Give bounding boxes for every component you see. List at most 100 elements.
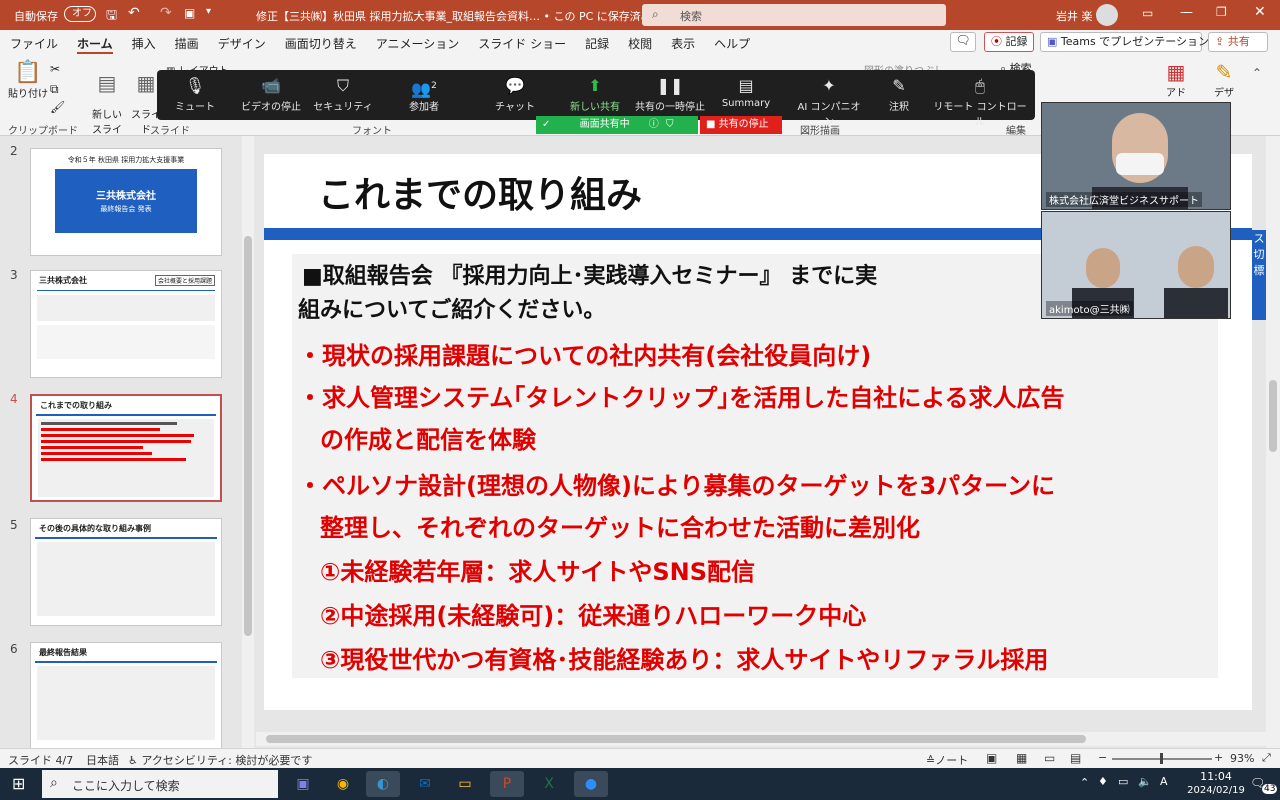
ribbon-scroll-icon[interactable]: ⌃ (1252, 66, 1262, 80)
clock-time[interactable]: 11:04 (1186, 770, 1246, 783)
normal-view-icon[interactable]: ▣ (986, 751, 997, 765)
autosave-toggle[interactable]: オフ (64, 6, 96, 22)
clock-date[interactable]: 2024/02/19 (1180, 785, 1252, 796)
new-share-button[interactable]: ⬆ 新しい共有 (565, 74, 625, 118)
accessibility-status[interactable]: ♿ アクセシビリティ: 検討が必要です (128, 752, 312, 768)
close-icon[interactable]: ✕ (1254, 4, 1266, 20)
share-button[interactable]: ⇪ 共有 (1208, 32, 1268, 52)
slideshow-view-icon[interactable]: ▤ (1070, 751, 1081, 765)
zoom-in-icon[interactable]: + (1214, 751, 1223, 764)
slide-title: これまでの取り組み (318, 175, 643, 216)
record-button[interactable]: ⦿ 記録 (984, 32, 1034, 52)
arrow-icon: ✓ (542, 119, 551, 130)
search-box[interactable]: ⌕ 検索 (642, 4, 946, 26)
minimize-icon[interactable]: — (1180, 5, 1193, 20)
participants-button[interactable]: 👥2 参加者 (401, 74, 447, 118)
sorter-view-icon[interactable]: ▦ (1016, 751, 1027, 765)
fit-slide-icon[interactable]: ⤢ (1262, 751, 1271, 765)
thumbnail-slide-2[interactable]: 令和５年 秋田県 採用力拡大支援事業 三共株式会社 最終報告会 発表 (30, 148, 222, 256)
file-explorer-icon[interactable]: ▭ (448, 771, 482, 797)
ribbon-tab[interactable]: デザイン (218, 35, 266, 54)
undo-icon[interactable]: ↶ (128, 5, 140, 21)
pause-share-button[interactable]: ❚❚ 共有の一時停止 (635, 74, 705, 118)
teams-present-button[interactable]: ▣ Teams でプレゼンテーション (1040, 32, 1209, 52)
chrome-icon[interactable]: ◉ (326, 771, 360, 797)
thumbnail-slide-6[interactable]: 最終報告結果 (30, 642, 222, 750)
windows-start-icon[interactable]: ⊞ (12, 774, 25, 793)
language-status[interactable]: 日本語 (86, 752, 119, 768)
ribbon-tab[interactable]: アニメーション (376, 35, 460, 54)
summary-button[interactable]: ▤ Summary (719, 74, 773, 118)
ribbon-display-icon[interactable]: ▭ (1142, 6, 1153, 20)
reading-view-icon[interactable]: ▭ (1044, 751, 1055, 765)
thumbnail-slide-4[interactable]: これまでの取り組み (30, 394, 222, 502)
security-button[interactable]: ⛉ セキュリティ (313, 74, 373, 118)
thumbnail-slide-5[interactable]: その後の具体的な取り組み事例 (30, 518, 222, 626)
video-tile-1[interactable]: 株式会社広済堂ビジネスサポート (1041, 102, 1231, 210)
outlook-icon[interactable]: ✉ (408, 771, 442, 797)
new-share-label: 新しい共有 (570, 102, 620, 113)
restore-icon[interactable]: ❐ (1216, 5, 1227, 19)
teams-icon: ▣ (1047, 35, 1058, 48)
teams-app-icon[interactable]: ▣ (286, 771, 320, 797)
format-painter-icon[interactable]: 🖌 (50, 100, 65, 114)
save-icon[interactable]: 🖫 (106, 6, 117, 28)
volume-icon[interactable]: 🔈 (1138, 775, 1152, 788)
excel-icon[interactable]: X (532, 771, 566, 797)
paste-button[interactable]: 📋 貼り付け (8, 60, 48, 100)
editor-horizontal-scrollbar[interactable] (256, 732, 1266, 746)
customize-icon[interactable]: ▾ (206, 6, 211, 17)
zoom-slider-thumb[interactable] (1160, 753, 1163, 764)
video-tile-2[interactable]: akimoto@三共㈱ (1041, 211, 1231, 319)
editor-scroll-thumb[interactable] (1269, 380, 1277, 452)
chat-button[interactable]: 💬 チャット (493, 74, 537, 118)
thumbnail-slide-3[interactable]: 三共株式会社 会社概要と採用課題 (30, 270, 222, 378)
cut-icon[interactable]: ✂ (50, 62, 60, 76)
addin-button[interactable]: ▦ アド (1162, 60, 1190, 99)
ribbon-tab[interactable]: 挿入 (132, 35, 156, 54)
ribbon-tab[interactable]: ヘルプ (714, 35, 750, 54)
zoom-app-icon[interactable]: ● (574, 771, 608, 797)
designer-icon: ✎ (1215, 60, 1233, 84)
thumb-title: これまでの取り組み (40, 401, 112, 410)
avatar[interactable] (1096, 4, 1118, 26)
remote-control-button[interactable]: 🖱 リモート コントロール (933, 74, 1027, 128)
tray-chevron-icon[interactable]: ⌃ (1080, 776, 1089, 789)
tray-pin-icon[interactable]: ♦ (1098, 775, 1108, 788)
thumbnail-scroll-thumb[interactable] (244, 236, 252, 636)
ribbon-tab[interactable]: 表示 (671, 35, 695, 54)
group-slides: スライド (150, 126, 190, 137)
stop-share-button[interactable]: ■ 共有の停止 (700, 116, 782, 134)
editor-vertical-scrollbar[interactable] (1266, 136, 1280, 748)
zoom-out-icon[interactable]: − (1098, 751, 1107, 764)
annotate-button[interactable]: ✎ 注釈 (879, 74, 919, 118)
ribbon-tab[interactable]: 画面切り替え (285, 35, 357, 54)
shield-icon: ⛉ (336, 76, 349, 95)
powerpoint-icon[interactable]: P (490, 771, 524, 797)
ribbon-tab[interactable]: 校閲 (628, 35, 652, 54)
ribbon-tab[interactable]: 記録 (585, 35, 609, 54)
info-icon: ⓘ (648, 119, 659, 130)
suit-b (1164, 288, 1228, 318)
thumbnail-scrollbar[interactable] (242, 136, 254, 748)
taskbar-search[interactable]: ⌕ ここに入力して検索 (42, 770, 278, 798)
editor-hscroll-thumb[interactable] (266, 735, 1086, 743)
battery-icon[interactable]: ▭ (1118, 775, 1128, 788)
designer-button[interactable]: ✎ デザ (1210, 60, 1238, 99)
edge-icon[interactable]: ◐ (366, 771, 400, 797)
copy-icon[interactable]: ⧉ (50, 82, 59, 97)
notes-button[interactable]: ≙ノート (926, 752, 968, 768)
zoom-level[interactable]: 93% (1230, 752, 1254, 765)
mute-button[interactable]: 🎙 ミュート (167, 74, 223, 118)
ime-icon[interactable]: A (1160, 775, 1168, 788)
ribbon-tab[interactable]: ファイル (10, 35, 58, 54)
comment-button[interactable]: 🗨 (950, 32, 976, 52)
ribbon-tab[interactable]: スライド ショー (478, 35, 566, 54)
ai-companion-button[interactable]: ✦ AI コンパニオン (793, 74, 865, 128)
redo-icon[interactable]: ↷ (160, 5, 172, 21)
present-icon[interactable]: ▣ (184, 6, 195, 20)
sharing-indicator: ✓ 画面共有中 ⓘ ⛉ (536, 116, 698, 134)
ribbon-tab[interactable]: 描画 (175, 35, 199, 54)
ribbon-tab[interactable]: ホーム (77, 35, 113, 54)
stop-video-button[interactable]: 📹 ビデオの停止 (233, 74, 309, 118)
